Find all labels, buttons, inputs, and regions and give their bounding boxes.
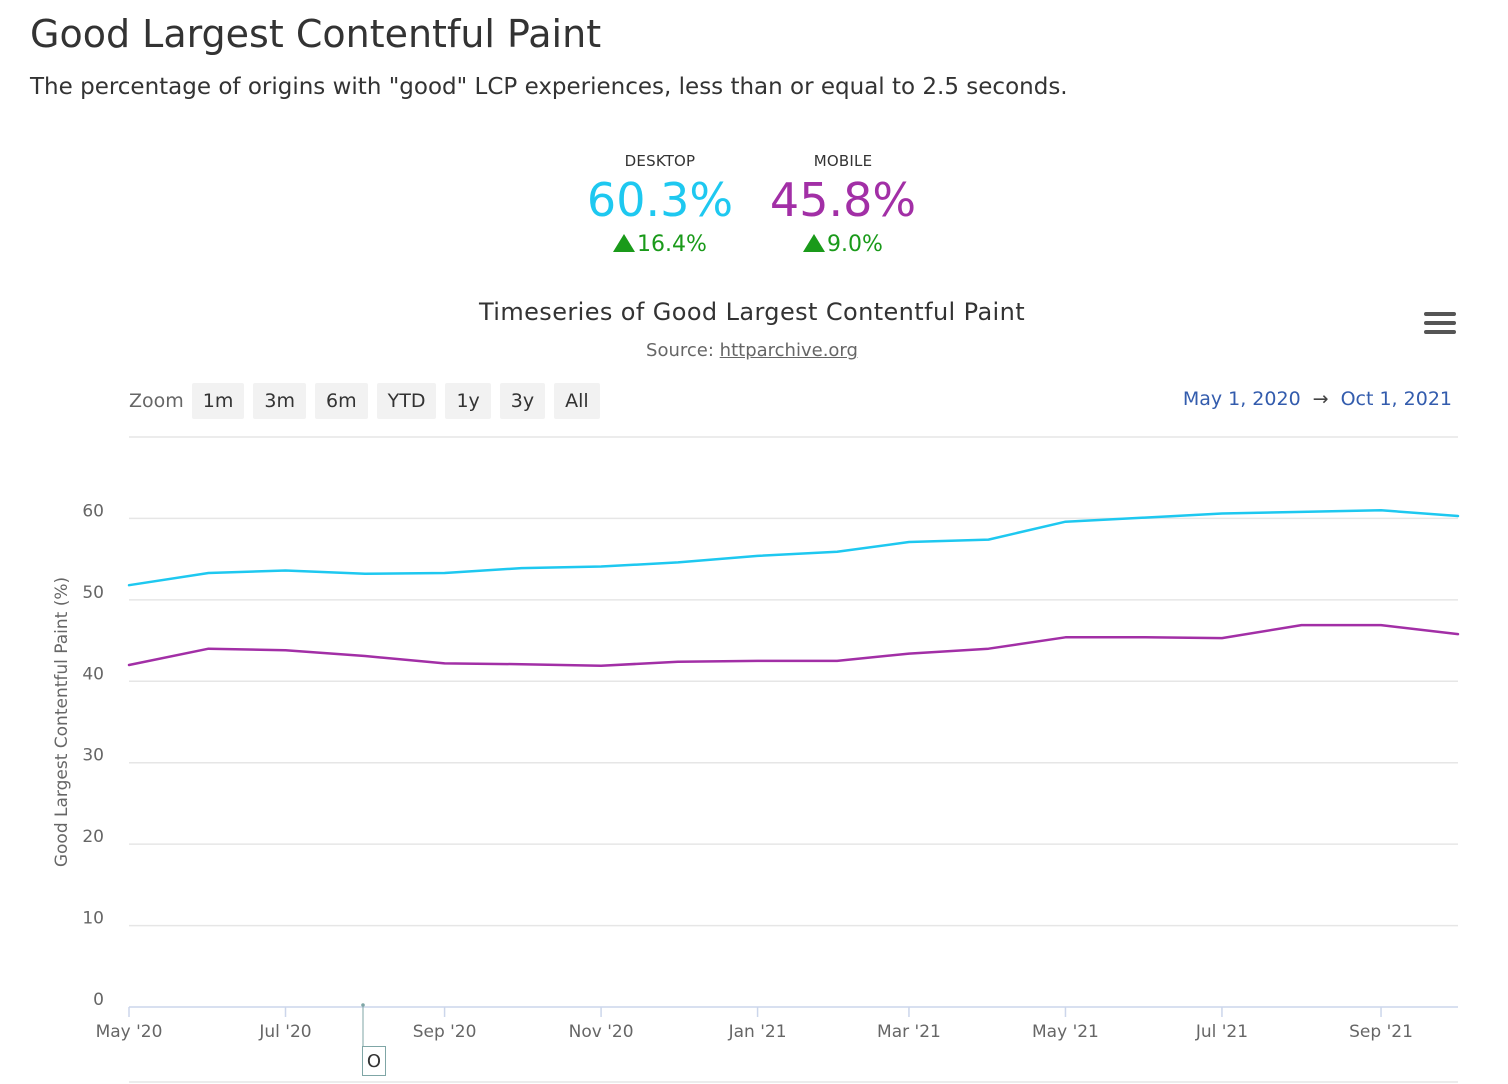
series-line-mobile[interactable] xyxy=(127,623,1460,668)
navigator-handle-label[interactable]: O xyxy=(362,1046,386,1076)
x-tick-label: May '21 xyxy=(1032,1022,1099,1042)
y-axis-title: Good Largest Contentful Paint (%) xyxy=(52,577,72,867)
y-tick-label: 40 xyxy=(82,664,104,684)
x-tick-label: May '20 xyxy=(96,1022,163,1042)
navigator-handle-dot xyxy=(361,1003,365,1007)
chart-plot: 0 10 20 30 40 50 60 May '20 Jul '20 Sep '20 Nov '2… xyxy=(52,436,1460,1083)
y-tick-label: 50 xyxy=(82,583,104,603)
y-tick-label: 10 xyxy=(82,909,104,929)
y-tick-label: 20 xyxy=(82,827,104,847)
y-tick-label: 0 xyxy=(93,990,104,1010)
y-tick-label: 30 xyxy=(82,746,104,766)
x-tick-label: Jul '21 xyxy=(1195,1022,1248,1042)
x-tick-label: Jan '21 xyxy=(728,1022,787,1042)
series-line-desktop[interactable] xyxy=(127,509,1460,587)
axes: 0 10 20 30 40 50 60 May '20 Jul '20 Sep '20 Nov '2… xyxy=(52,501,1458,1083)
series-lines xyxy=(127,509,1460,668)
x-tick-label: Jul '20 xyxy=(258,1022,311,1042)
x-tick-label: Nov '20 xyxy=(569,1022,634,1042)
x-tick-label: Sep '21 xyxy=(1349,1022,1413,1042)
grid-lines xyxy=(129,436,1458,927)
y-tick-label: 60 xyxy=(82,501,104,521)
x-tick-label: Sep '20 xyxy=(413,1022,477,1042)
x-tick-label: Mar '21 xyxy=(877,1022,941,1042)
